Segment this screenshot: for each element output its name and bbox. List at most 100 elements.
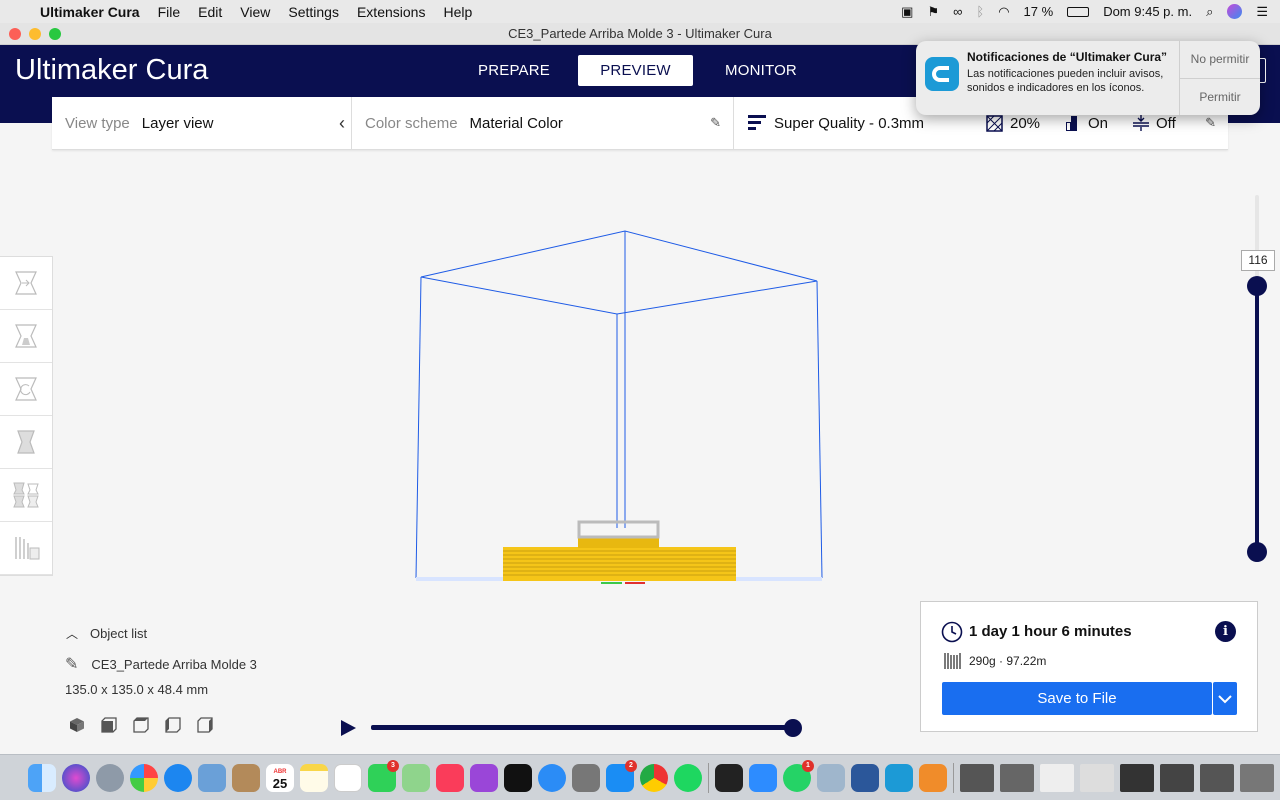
menu-extensions[interactable]: Extensions <box>357 4 425 20</box>
image-capture-icon[interactable] <box>817 763 845 792</box>
object-list-item[interactable]: ✎ CE3_Partede Arriba Molde 3 <box>62 653 362 675</box>
layer-slider-track-upper <box>1255 195 1259 285</box>
preview-app-icon[interactable] <box>198 763 226 792</box>
left-view-icon[interactable] <box>164 716 182 734</box>
layer-slider-upper-handle[interactable] <box>1247 276 1267 296</box>
messenger-icon[interactable] <box>538 763 566 792</box>
scale-tool-button[interactable] <box>0 310 52 363</box>
minimized-window-5[interactable] <box>1120 763 1154 792</box>
menu-help[interactable]: Help <box>443 4 472 20</box>
color-scheme-selector[interactable]: Color scheme Material Color ✎ <box>365 97 721 149</box>
stage-monitor[interactable]: MONITOR <box>712 55 810 86</box>
siri-icon[interactable] <box>1227 4 1243 19</box>
stage-prepare[interactable]: PREPARE <box>470 55 558 86</box>
chevron-up-icon[interactable]: ︿ <box>66 625 78 642</box>
allow-notifications-button[interactable]: Permitir <box>1180 79 1260 115</box>
calendar-day: 25 <box>272 775 288 791</box>
spotlight-search-icon[interactable]: ⌕ <box>1206 4 1213 20</box>
photos-icon[interactable] <box>130 763 158 792</box>
music-icon[interactable] <box>436 763 464 792</box>
menu-edit[interactable]: Edit <box>198 4 222 20</box>
object-list-toggle[interactable]: ︿ Object list <box>62 624 362 642</box>
layer-number-box[interactable]: 116 <box>1241 250 1275 271</box>
minimized-window-8[interactable] <box>1240 763 1274 792</box>
bluetooth-icon[interactable]: ᛒ <box>976 4 984 19</box>
finder-icon[interactable] <box>28 763 56 792</box>
system-preferences-icon[interactable] <box>572 763 600 792</box>
right-view-icon[interactable] <box>196 716 214 734</box>
macos-dock: ABR 25 3 2 1 <box>0 754 1280 800</box>
fusion-360-icon[interactable] <box>919 763 947 792</box>
clock[interactable]: Dom 9:45 p. m. <box>1103 4 1192 19</box>
3d-view-icon[interactable] <box>68 716 86 734</box>
deny-notifications-button[interactable]: No permitir <box>1180 41 1260 78</box>
close-window-button[interactable] <box>9 28 21 40</box>
whatsapp-icon[interactable]: 1 <box>783 759 814 792</box>
maps-icon[interactable] <box>402 763 430 792</box>
window-title: CE3_Partede Arriba Molde 3 - Ultimaker C… <box>508 26 772 41</box>
siri-icon-dock[interactable] <box>62 763 90 792</box>
view-type-selector[interactable]: View type Layer view ‹ <box>65 97 345 149</box>
menu-file[interactable]: File <box>158 4 181 20</box>
minimized-window-7[interactable] <box>1200 763 1234 792</box>
terminal-icon[interactable] <box>715 763 743 792</box>
layer-slider-track[interactable] <box>1255 285 1259 553</box>
chrome-icon[interactable] <box>640 763 668 792</box>
chevron-left-icon[interactable]: ‹ <box>339 113 345 134</box>
mirror-tool-button[interactable] <box>0 416 52 469</box>
messages-icon[interactable]: 3 <box>368 759 399 792</box>
rotate-tool-button[interactable] <box>0 363 52 416</box>
sliced-model[interactable] <box>503 520 736 584</box>
top-view-icon[interactable] <box>132 716 150 734</box>
notification-center-icon[interactable]: ☰ <box>1256 4 1268 20</box>
word-icon[interactable] <box>851 763 879 792</box>
path-slider-handle[interactable] <box>784 719 802 737</box>
edit-pencil-icon[interactable]: ✎ <box>65 654 78 674</box>
extension-status-icon[interactable]: ⚑ <box>927 4 939 20</box>
app-store-icon[interactable]: 2 <box>606 759 637 792</box>
zoom-icon[interactable] <box>749 763 777 792</box>
support-blocker-button[interactable] <box>0 522 52 575</box>
spotify-icon[interactable] <box>674 763 702 792</box>
save-to-file-button[interactable]: Save to File <box>942 682 1212 715</box>
stage-preview[interactable]: PREVIEW <box>578 55 693 86</box>
app-menu[interactable]: Ultimaker Cura <box>40 4 140 20</box>
menu-view[interactable]: View <box>240 4 270 20</box>
minimized-window-4[interactable] <box>1080 763 1114 792</box>
wifi-icon[interactable]: ◠ <box>998 4 1009 20</box>
move-tool-button[interactable] <box>0 257 52 310</box>
launchpad-icon[interactable] <box>96 763 124 792</box>
battery-percent[interactable]: 17 % <box>1024 4 1054 19</box>
minimize-window-button[interactable] <box>29 28 41 40</box>
output-device-dropdown[interactable] <box>1213 682 1237 715</box>
minimized-window-6[interactable] <box>1160 763 1194 792</box>
clock-icon <box>941 621 963 643</box>
creative-cloud-icon[interactable]: ∞ <box>953 4 962 19</box>
reminders-icon[interactable] <box>334 763 362 792</box>
front-view-icon[interactable] <box>100 716 118 734</box>
minimized-window-2[interactable] <box>1000 763 1034 792</box>
battery-icon[interactable] <box>1067 6 1090 17</box>
play-icon[interactable] <box>341 720 356 736</box>
info-icon[interactable]: i <box>1215 621 1236 642</box>
infill-value: 20% <box>1010 114 1041 132</box>
messages-badge: 3 <box>387 759 399 772</box>
podcasts-icon[interactable] <box>470 763 498 792</box>
notes-icon[interactable] <box>300 763 328 792</box>
edit-settings-pencil-icon[interactable]: ✎ <box>1205 115 1216 131</box>
layer-slider-lower-handle[interactable] <box>1247 542 1267 562</box>
path-slider-track[interactable] <box>371 725 793 730</box>
minimized-window-3[interactable] <box>1040 763 1074 792</box>
safari-icon[interactable] <box>164 763 192 792</box>
camera-status-icon[interactable]: ▣ <box>901 4 913 20</box>
minimized-window-1[interactable] <box>960 763 994 792</box>
calendar-icon[interactable]: ABR 25 <box>266 763 294 792</box>
per-model-settings-button[interactable] <box>0 469 52 522</box>
ultimaker-cura-dock-icon[interactable] <box>885 763 913 792</box>
pencil-icon[interactable]: ✎ <box>710 115 721 131</box>
contacts-icon[interactable] <box>232 763 260 792</box>
notification-banner[interactable]: Notificaciones de “Ultimaker Cura” Las n… <box>916 41 1260 115</box>
menu-settings[interactable]: Settings <box>288 4 339 20</box>
apple-tv-icon[interactable] <box>504 763 532 792</box>
zoom-window-button[interactable] <box>49 28 61 40</box>
